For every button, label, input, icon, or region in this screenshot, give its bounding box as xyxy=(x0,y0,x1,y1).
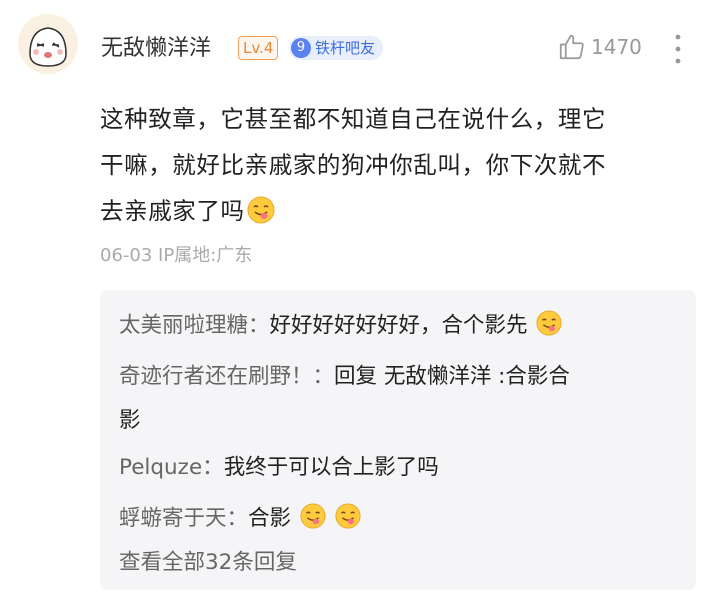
reply-text: 我终于可以合上影了吗 xyxy=(223,455,439,480)
comment-date: 06-03 xyxy=(100,245,153,266)
fan-badge[interactable]: 9 铁杆吧友 xyxy=(289,36,384,60)
reply-item[interactable]: 太美丽啦理糖：好好好好好好好，合个影先 xyxy=(119,304,689,348)
like-count: 1470 xyxy=(591,35,642,59)
reply-author[interactable]: 蜉蝣寄于天： xyxy=(119,506,248,531)
reply-item[interactable]: 奇迹行者还在刷野！：回复 无敌懒洋洋 :合影合 影 xyxy=(119,355,689,443)
tongue-out-emoji-icon xyxy=(300,503,326,529)
reply-list: 太美丽啦理糖：好好好好好好好，合个影先 奇迹行者还在刷野！：回复 无敌懒洋洋 :… xyxy=(100,290,696,590)
tongue-out-emoji-icon xyxy=(536,310,562,336)
comment-line: 这种致章，它甚至都不知道自己在说什么，理它 xyxy=(100,105,607,133)
reply-author[interactable]: Pelquze： xyxy=(119,455,224,480)
more-vertical-icon[interactable] xyxy=(668,32,688,66)
reply-item[interactable]: Pelquze：我终于可以合上影了吗 xyxy=(119,446,689,490)
thumbs-up-icon xyxy=(559,34,584,60)
reply-text-cont: 影 xyxy=(119,408,141,433)
comment-meta: 06-03 IP属地:广东 xyxy=(100,243,252,269)
reply-text: 回复 无敌懒洋洋 :合影合 xyxy=(334,364,570,389)
comment-line: 干嘛，就好比亲戚家的狗冲你乱叫，你下次就不 xyxy=(100,151,607,179)
like-button[interactable]: 1470 xyxy=(557,32,642,62)
reply-item[interactable]: 蜉蝣寄于天：合影 xyxy=(119,497,689,541)
comment-line: 去亲戚家了吗 xyxy=(100,197,245,225)
cartoon-face-avatar-icon xyxy=(18,14,78,74)
tongue-out-emoji-icon xyxy=(247,196,275,224)
reply-author[interactable]: 太美丽啦理糖： xyxy=(119,313,270,338)
avatar[interactable] xyxy=(18,14,78,74)
username[interactable]: 无敌懒洋洋 xyxy=(101,35,211,63)
ip-location: IP属地:广东 xyxy=(158,245,253,266)
reply-text: 合影 xyxy=(248,506,292,531)
reply-text: 好好好好好好好，合个影先 xyxy=(269,313,528,338)
view-all-replies-link[interactable]: 查看全部32条回复 xyxy=(119,548,297,578)
reply-author[interactable]: 奇迹行者还在刷野！： xyxy=(119,364,334,389)
fan-level-icon: 9 xyxy=(291,38,311,58)
level-badge: Lv.4 xyxy=(238,36,279,60)
fan-badge-label: 铁杆吧友 xyxy=(315,39,376,57)
tongue-out-emoji-icon xyxy=(335,503,361,529)
comment-text: 这种致章，它甚至都不知道自己在说什么，理它 干嘛，就好比亲戚家的狗冲你乱叫，你下… xyxy=(100,96,690,234)
comment-line-last: 去亲戚家了吗 xyxy=(100,188,690,234)
